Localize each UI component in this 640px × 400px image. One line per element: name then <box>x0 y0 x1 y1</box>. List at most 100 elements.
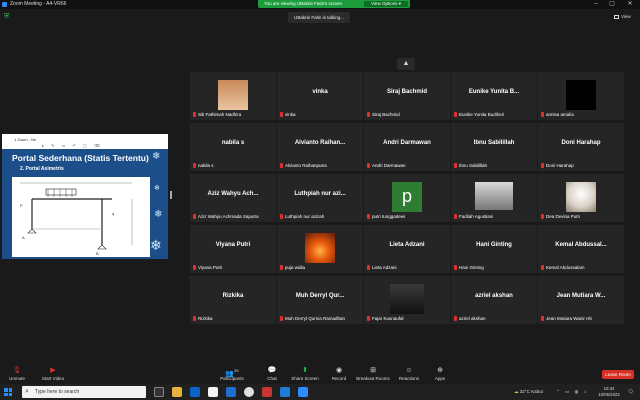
clock-date: 10/05/2022 <box>598 392 620 397</box>
shared-screen[interactable]: 1 Zoom - Nn ▸ ✎ ▭ ↶ ▢ ⌫ Portal Sederhana… <box>2 134 168 259</box>
unmute-button[interactable]: 🎙 Unmute <box>4 365 30 385</box>
taskbar-clock[interactable]: 10:34 10/05/2022 <box>594 386 624 398</box>
participant-tile[interactable]: Muh Derryl Qur... Muh Derryl Qurnia Ramad… <box>277 276 363 324</box>
participant-name-text: putri tunggadewi <box>372 214 406 219</box>
participant-tile[interactable]: Alvianto Raihan... Alvianto Raihanputra <box>277 123 363 171</box>
powerpoint-icon[interactable] <box>262 387 272 397</box>
start-logo-pane <box>8 392 12 396</box>
windows-taskbar: ⌕ Type here to search ☁ 32°C Kabut ⌃ ▭ ◍… <box>0 384 640 400</box>
participant-tile[interactable]: Doni Harahap Doni Harahap <box>538 123 624 171</box>
weather-text: 32°C Kabut <box>519 389 543 394</box>
unmute-label: Unmute <box>9 376 25 381</box>
record-button[interactable]: ◉ Record <box>328 365 350 385</box>
taskbar-search-box[interactable]: ⌕ Type here to search <box>22 386 146 398</box>
chat-icon: 💬 <box>267 367 277 374</box>
participant-tile[interactable]: Viyana Putri Viyana Putri <box>190 225 276 273</box>
participants-button[interactable]: 👥35 Participants <box>216 365 248 385</box>
store-icon[interactable] <box>208 387 218 397</box>
edge-browser-icon[interactable] <box>190 387 200 397</box>
snowflake-icon: ❄ <box>150 237 162 253</box>
file-explorer-icon[interactable] <box>172 387 182 397</box>
svg-text:q: q <box>112 211 114 216</box>
svg-text:A: A <box>22 235 25 240</box>
reactions-button[interactable]: ☺ Reactions <box>396 365 422 385</box>
view-button[interactable]: View <box>614 13 636 21</box>
participant-tile[interactable]: Dea Devina Putri <box>538 174 624 222</box>
share-screen-icon: ⬆ <box>302 367 308 374</box>
security-shield-icon[interactable]: ⛨ <box>4 13 11 21</box>
split-handle[interactable] <box>170 191 172 199</box>
participant-tile[interactable]: Aziz Wahyu Ach... Aziz Wahyu Achmada Sapu… <box>190 174 276 222</box>
participant-tile[interactable]: Rizkika Rizkika <box>190 276 276 324</box>
participant-tile[interactable]: Siti Fathimah Nadhira <box>190 72 276 120</box>
participant-display-name: Viyana Putri <box>215 242 251 248</box>
participant-name-label: Doni Harahap <box>540 162 576 169</box>
participant-name-text: nabila s <box>198 163 214 168</box>
participant-tile[interactable]: nabila s nabila s <box>190 123 276 171</box>
start-video-button[interactable]: ▶ Start Video <box>38 365 68 385</box>
participants-label: Participants <box>220 376 244 381</box>
weather-indicator[interactable]: ☁ 32°C Kabut <box>514 384 543 400</box>
page-up-button[interactable]: ▲ <box>397 58 415 70</box>
maximize-button[interactable]: ▢ <box>606 0 618 9</box>
participant-tile[interactable]: annisa amalia <box>538 72 624 120</box>
notifications-icon[interactable]: 🗨 <box>628 384 634 400</box>
weather-icon: ☁ <box>514 389 519 394</box>
word-icon[interactable] <box>280 387 290 397</box>
muted-mic-icon <box>454 265 457 270</box>
participant-tile[interactable]: Andri Darmawan Andri Darmawan <box>364 123 450 171</box>
zoom-taskbar-icon[interactable] <box>298 387 308 397</box>
snowflake-icon: ❄ <box>154 209 163 220</box>
participant-tile[interactable]: p putri tunggadewi <box>364 174 450 222</box>
muted-mic-icon <box>280 163 283 168</box>
slide-title: Portal Sederhana (Statis Tertentu) <box>12 153 149 163</box>
apps-button[interactable]: ⊕ Apps <box>430 365 450 385</box>
breakout-rooms-button[interactable]: ⊞ Breakout Rooms <box>354 365 392 385</box>
participant-tile[interactable]: Fajar Kusnaufal <box>364 276 450 324</box>
participant-tile[interactable]: Hani Ginting Hani Ginting <box>451 225 537 273</box>
participant-tile[interactable]: Ibnu Sabilillah Ibnu Sabilillah <box>451 123 537 171</box>
minimize-button[interactable]: – <box>590 0 602 9</box>
muted-mic-icon <box>193 214 196 219</box>
system-tray-icons[interactable]: ⌃ ▭ ◍ ⌂ <box>556 384 588 400</box>
participant-display-name: Luthpiah nur azi... <box>294 191 346 197</box>
breakout-rooms-label: Breakout Rooms <box>356 376 390 381</box>
windows-start-icon[interactable] <box>4 388 12 396</box>
participant-tile[interactable]: Lieta Adzani Lieta Adzani <box>364 225 450 273</box>
participant-display-name: Ibnu Sabilillah <box>473 140 515 146</box>
participant-tile[interactable]: Kemal Abdussal... Kemal Abdussalam <box>538 225 624 273</box>
chat-button[interactable]: 💬 Chat <box>262 365 282 385</box>
share-banner: You are viewing UBakrie Fatin's screen V… <box>258 0 410 8</box>
close-button[interactable]: ✕ <box>624 0 636 9</box>
participant-tile[interactable]: Eunike Yunita B... Eunike Yunita Budiheri <box>451 72 537 120</box>
muted-mic-icon <box>541 316 544 321</box>
window-title: Zoom Meeting - A4-VR66 <box>10 1 67 7</box>
chrome-icon[interactable] <box>244 387 254 397</box>
mail-icon[interactable] <box>226 387 236 397</box>
participant-name-text: Andri Darmawan <box>372 163 406 168</box>
participant-display-name: Siraj Bachmid <box>386 89 427 95</box>
participant-tile[interactable]: Fadilah Agustiani <box>451 174 537 222</box>
presentation-slide: Portal Sederhana (Statis Tertentu) 2. Po… <box>2 149 168 259</box>
participant-name-text: Ibnu Sabilillah <box>459 163 488 168</box>
participant-name-text: Siraj Bachmid <box>372 112 400 117</box>
participant-tile[interactable]: puja widia <box>277 225 363 273</box>
participant-name-text: Aziz Wahyu Achmada Saputra <box>198 214 259 219</box>
participant-count: 35 <box>234 368 239 373</box>
participant-name-text: Kemal Abdussalam <box>546 265 585 270</box>
participant-name-label: Luthpiah nur azizah <box>279 213 326 220</box>
task-view-icon[interactable] <box>154 387 164 397</box>
participant-tile[interactable]: vinka vinka <box>277 72 363 120</box>
profile-picture <box>475 182 513 210</box>
participant-tile[interactable]: azriel akshan azriel akshan <box>451 276 537 324</box>
participant-name-label: Viyana Putri <box>192 264 224 271</box>
participant-name-label: Eunike Yunita Budiheri <box>453 111 506 118</box>
view-options-button[interactable]: View Options ▾ <box>364 1 408 7</box>
share-screen-button[interactable]: ⬆ Share Screen <box>288 365 322 385</box>
muted-mic-icon <box>193 316 196 321</box>
participant-tile[interactable]: Jean Mutiara W... Jean Mutiara Wanir Hb <box>538 276 624 324</box>
participant-tile[interactable]: Luthpiah nur azi... Luthpiah nur azizah <box>277 174 363 222</box>
participant-tile[interactable]: Siraj Bachmid Siraj Bachmid <box>364 72 450 120</box>
start-video-label: Start Video <box>41 376 65 381</box>
leave-room-button[interactable]: Leave Room <box>602 370 634 379</box>
